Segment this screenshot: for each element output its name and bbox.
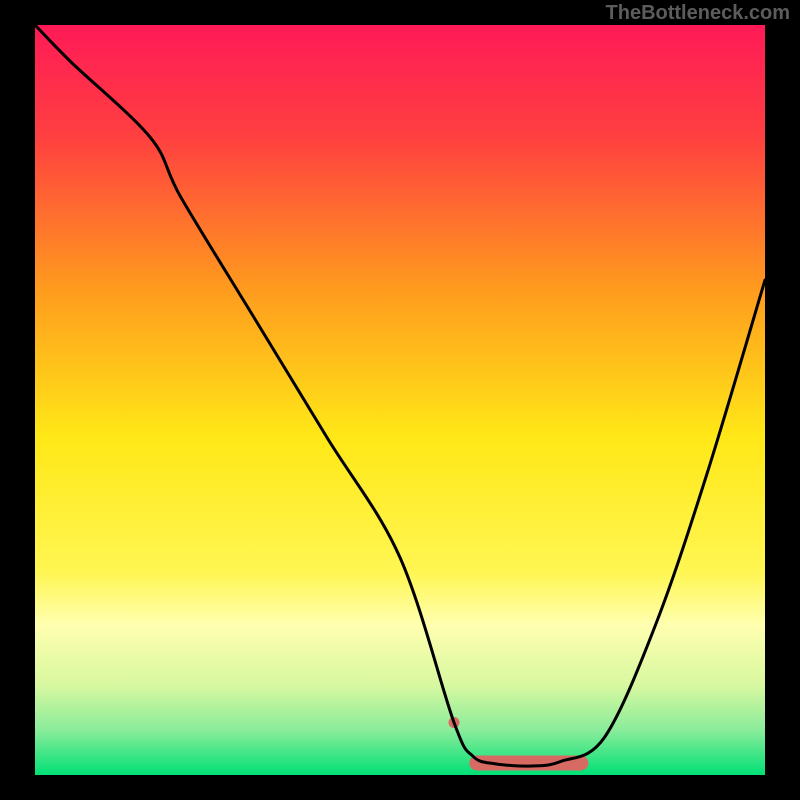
watermark-text: TheBottleneck.com	[606, 2, 790, 25]
chart-frame: TheBottleneck.com	[0, 0, 800, 800]
gradient-background	[35, 25, 765, 775]
bottleneck-chart	[0, 0, 800, 800]
